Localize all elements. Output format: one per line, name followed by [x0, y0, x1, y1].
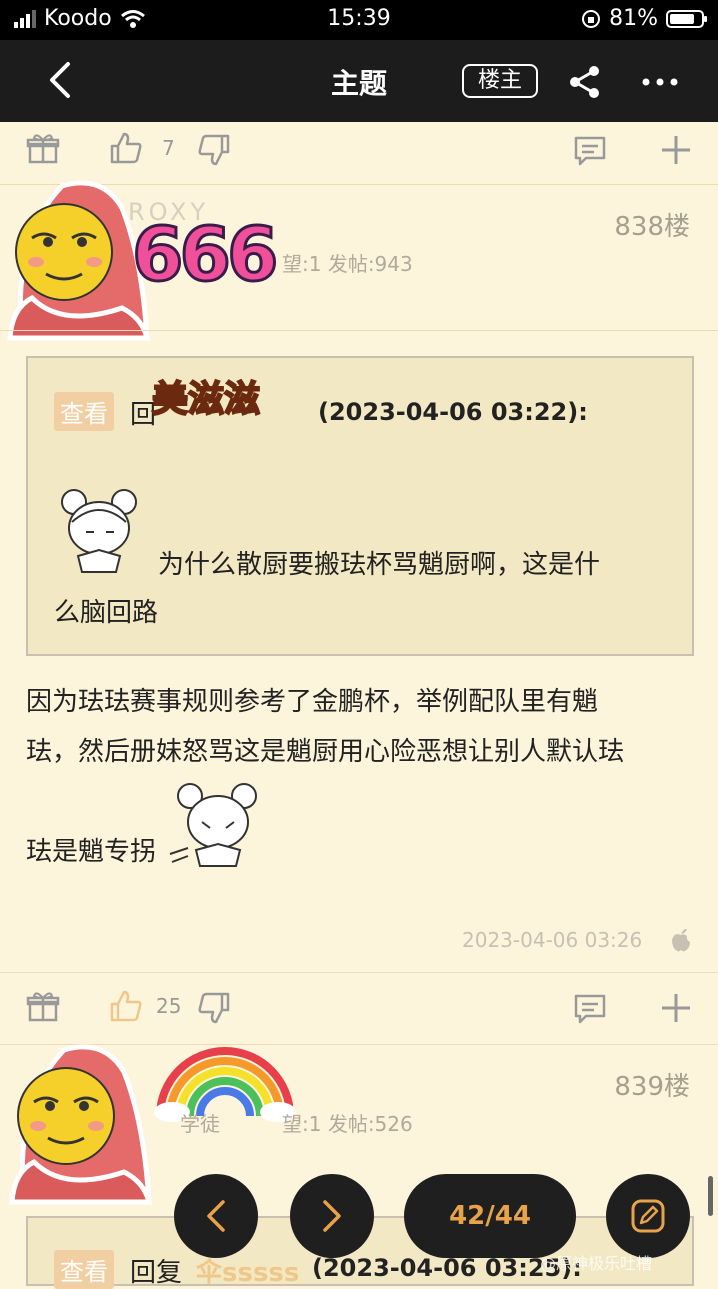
like-icon[interactable]	[108, 988, 144, 1024]
like-count: 7	[162, 136, 175, 160]
add-icon[interactable]	[658, 990, 694, 1026]
chevron-left-icon	[207, 1200, 225, 1232]
status-right: 81%	[581, 6, 707, 31]
share-icon[interactable]	[566, 62, 606, 102]
like-icon[interactable]	[108, 130, 144, 166]
page-indicator-text: 42/44	[449, 1201, 531, 1231]
sticker-meizizi-text: 美滋滋	[151, 378, 261, 421]
user-meta: 望:1 发帖:526	[282, 1112, 413, 1136]
avatar[interactable]	[4, 1042, 154, 1210]
apple-icon	[672, 928, 690, 952]
back-button-icon[interactable]	[40, 58, 84, 102]
sticker-meizizi: 美滋滋	[151, 370, 261, 422]
dislike-icon[interactable]	[196, 132, 232, 168]
user-meta: 望:1 发帖:943	[282, 252, 413, 276]
post-time: 2023-04-06 03:26	[462, 928, 643, 952]
chevron-right-icon	[323, 1200, 341, 1232]
more-icon[interactable]	[640, 62, 680, 102]
battery-icon	[666, 9, 707, 28]
owner-only-button[interactable]: 楼主	[462, 64, 538, 98]
chibi-emoji	[61, 489, 137, 573]
floor-number: 838楼	[614, 212, 690, 242]
scrollbar[interactable]	[708, 1176, 713, 1216]
nav-bar: 主题 楼主	[0, 40, 718, 122]
rainbow-sticker	[154, 1047, 296, 1122]
compose-button[interactable]	[606, 1174, 690, 1258]
post-body-line-3: 珐是魈专拐	[26, 837, 157, 867]
dislike-icon[interactable]	[196, 990, 232, 1026]
comment-icon[interactable]	[572, 990, 608, 1026]
status-bar: Koodo 15:39 81%	[0, 0, 718, 40]
orientation-lock-icon	[582, 9, 601, 28]
floor-number: 839楼	[614, 1072, 690, 1102]
gift-icon[interactable]	[26, 990, 60, 1024]
post-actions: 25	[0, 978, 718, 1038]
page-title: 主题	[330, 67, 387, 100]
comment-icon[interactable]	[572, 132, 608, 168]
quote-line-1: 为什么散厨要搬珐杯骂魈厨啊，这是什	[158, 550, 601, 580]
sticker-666: 666	[130, 211, 279, 300]
quote-time: (2023-04-06 03:22):	[318, 398, 588, 426]
next-page-button[interactable]	[290, 1174, 374, 1258]
prev-post-actions: 7	[0, 120, 718, 180]
battery-percent: 81%	[609, 6, 658, 31]
view-tag[interactable]: 查看	[54, 392, 114, 431]
post-body-line-1: 因为珐珐赛事规则参考了金鹏杯，举例配队里有魈	[26, 687, 599, 717]
sticker-666-text: 666	[130, 211, 279, 300]
gift-icon[interactable]	[26, 132, 60, 166]
add-icon[interactable]	[658, 132, 694, 168]
divider	[0, 972, 718, 973]
reply-prefix: 回复	[130, 1258, 183, 1288]
user-title: 学徒	[180, 1112, 220, 1136]
quote-line-2: 么脑回路	[54, 598, 159, 628]
post-body-line-2: 珐，然后册妹怒骂这是魈厨用心险恶想让别人默认珐	[26, 737, 625, 767]
edit-icon	[631, 1199, 665, 1233]
watermark-text: @原神极乐吐槽	[540, 1254, 653, 1273]
page-indicator[interactable]: 42/44	[404, 1174, 576, 1258]
view-tag[interactable]: 查看	[54, 1250, 114, 1289]
like-count: 25	[156, 994, 182, 1018]
prev-page-button[interactable]	[174, 1174, 258, 1258]
divider	[0, 330, 718, 331]
battery-fill	[670, 13, 695, 24]
chibi-angry-emoji	[169, 783, 257, 867]
